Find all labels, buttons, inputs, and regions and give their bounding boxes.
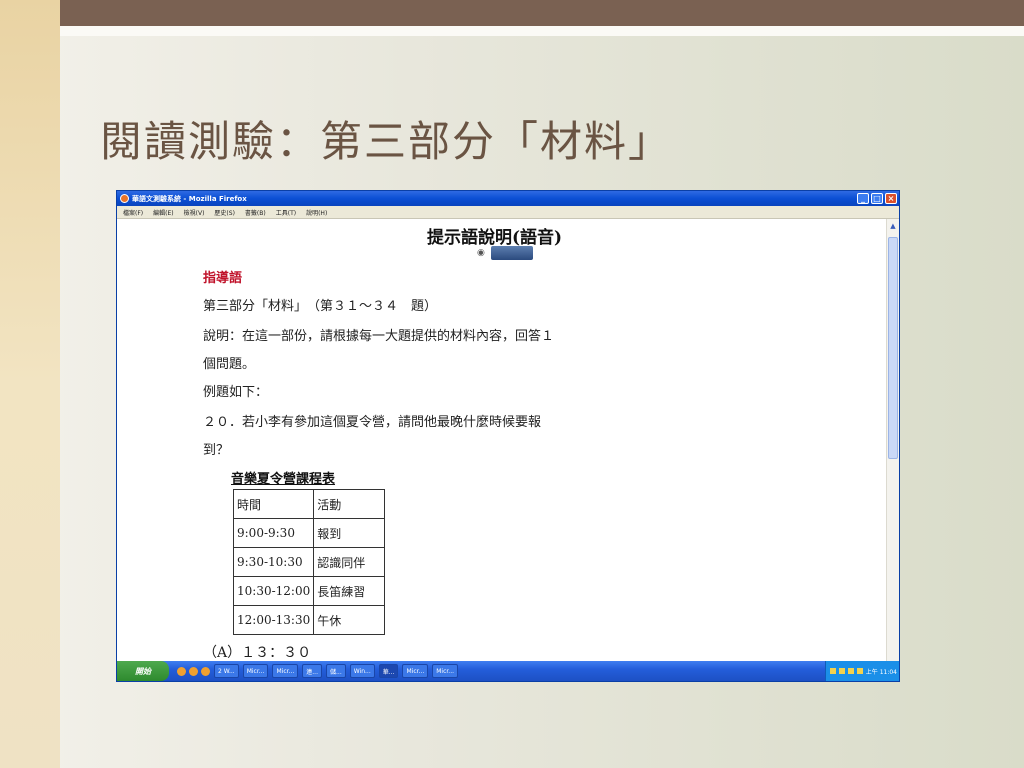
- menu-file[interactable]: 檔案(F): [123, 208, 143, 217]
- slide-top-band: [60, 0, 1024, 26]
- slide-top-line: [60, 26, 1024, 36]
- table-row: 9:00-9:30 報到: [232, 518, 386, 548]
- quick-launch-icon[interactable]: [201, 666, 210, 676]
- window-controls: _ □ ×: [857, 193, 897, 204]
- table-cell: 認識同伴: [313, 547, 386, 577]
- tray-icon[interactable]: [829, 668, 836, 674]
- instruction-line: 個問題。: [203, 357, 256, 372]
- table-cell: 時間: [232, 489, 315, 519]
- browser-window: 華語文測驗系統 - Mozilla Firefox _ □ × 檔案(F) 編輯…: [116, 190, 900, 682]
- taskbar-item[interactable]: 2 W...: [214, 664, 239, 678]
- quick-launch: [177, 666, 210, 676]
- instruction-line: 例題如下：: [203, 385, 269, 400]
- window-titlebar: 華語文測驗系統 - Mozilla Firefox _ □ ×: [117, 191, 899, 206]
- page-heading: 提示語說明(語音): [427, 228, 563, 248]
- taskbar-item-active[interactable]: 華...: [378, 664, 399, 678]
- quick-launch-icon[interactable]: [177, 666, 186, 676]
- window-title: 華語文測驗系統 - Mozilla Firefox: [132, 194, 247, 203]
- speaker-icon: ◉: [477, 248, 485, 258]
- schedule-table: 時間 活動 9:00-9:30 報到 9:30-10:30 認識同伴 10:30…: [232, 489, 386, 635]
- scroll-up-icon[interactable]: ▲: [888, 221, 898, 231]
- taskbar-item[interactable]: Win...: [349, 664, 375, 678]
- taskbar-item[interactable]: Micr...: [402, 664, 429, 678]
- tray-icon[interactable]: [847, 668, 854, 674]
- maximize-button[interactable]: □: [871, 193, 883, 204]
- menu-help[interactable]: 說明(H): [306, 208, 327, 217]
- question-line: 到？: [203, 443, 230, 458]
- clock: 上午 11:04: [865, 668, 897, 676]
- quick-launch-icon[interactable]: [189, 666, 198, 676]
- guide-label: 指導語: [203, 271, 243, 286]
- system-tray: 上午 11:04: [824, 661, 899, 681]
- taskbar-item[interactable]: Micr...: [272, 664, 299, 678]
- instruction-line: 第三部分「材料」 （第３１～３４ 題）: [203, 299, 438, 314]
- start-button[interactable]: 開始: [117, 661, 169, 681]
- menu-bookmarks[interactable]: 書籤(B): [245, 208, 266, 217]
- slide-title: 閱讀測驗：第三部分「材料」: [100, 117, 673, 166]
- windows-taskbar: 開始 2 W... Micr... Micr... 連... 儲... Win.…: [117, 661, 899, 681]
- instruction-line: 說明：在這一部份，請根據每一大題提供的材料內容，回答１: [203, 329, 555, 344]
- taskbar-item[interactable]: Micr...: [242, 664, 269, 678]
- question-line: ２０．若小李有參加這個夏令營，請問他最晚什麼時候要報: [203, 415, 542, 430]
- table-cell: 9:30-10:30: [232, 547, 315, 577]
- table-row: 10:30-12:00 長笛練習: [232, 576, 386, 606]
- taskbar-item[interactable]: 儲...: [326, 664, 346, 678]
- table-row: 12:00-13:30 午休: [232, 605, 386, 635]
- table-cell: 10:30-12:00: [232, 576, 315, 606]
- firefox-icon: [120, 194, 129, 203]
- table-row: 9:30-10:30 認識同伴: [232, 547, 386, 577]
- tray-icon[interactable]: [856, 668, 863, 674]
- table-cell: 長笛練習: [313, 576, 386, 606]
- menu-view[interactable]: 檢視(V): [184, 208, 205, 217]
- table-cell: 活動: [313, 489, 386, 519]
- audio-player[interactable]: ◉: [477, 246, 533, 260]
- vertical-scrollbar[interactable]: ▲: [886, 219, 899, 661]
- answer-option-a[interactable]: （A）１３：３０: [203, 642, 311, 661]
- slide-left-strip: [0, 0, 60, 768]
- audio-control[interactable]: [491, 246, 533, 260]
- close-button[interactable]: ×: [885, 193, 897, 204]
- tray-icon[interactable]: [838, 668, 845, 674]
- table-cell: 報到: [313, 518, 386, 548]
- menu-bar: 檔案(F) 編輯(E) 檢視(V) 歷史(S) 書籤(B) 工具(T) 說明(H…: [117, 206, 899, 219]
- menu-tools[interactable]: 工具(T): [276, 208, 296, 217]
- scrollbar-thumb[interactable]: [888, 237, 898, 459]
- taskbar-item[interactable]: Micr...: [432, 664, 459, 678]
- table-cell: 午休: [313, 605, 386, 635]
- minimize-button[interactable]: _: [857, 193, 869, 204]
- table-cell: 12:00-13:30: [232, 605, 315, 635]
- taskbar-item[interactable]: 連...: [302, 664, 322, 678]
- menu-edit[interactable]: 編輯(E): [153, 208, 173, 217]
- menu-history[interactable]: 歷史(S): [214, 208, 235, 217]
- page-content: 提示語說明(語音) ◉ 指導語 第三部分「材料」 （第３１～３４ 題） 說明：在…: [117, 219, 887, 661]
- table-row: 時間 活動: [232, 489, 386, 519]
- table-cell: 9:00-9:30: [232, 518, 315, 548]
- schedule-title: 音樂夏令營課程表: [231, 472, 336, 487]
